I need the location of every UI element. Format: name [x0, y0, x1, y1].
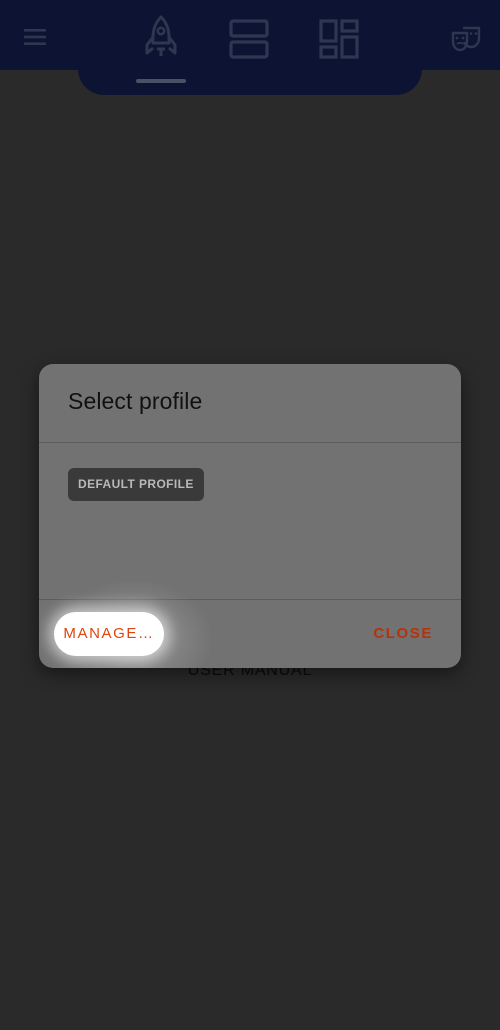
app-screen: USER MANUAL Select profile DEFAULT PROFI… — [0, 0, 500, 1030]
dialog-divider — [39, 442, 461, 443]
close-button[interactable]: CLOSE — [373, 612, 433, 656]
select-profile-dialog: Select profile DEFAULT PROFILE MANAGE… C… — [39, 364, 461, 668]
tab-rows[interactable] — [226, 14, 272, 64]
theater-masks-icon — [451, 26, 481, 52]
dialog-title: Select profile — [68, 388, 203, 414]
manage-button[interactable]: MANAGE… — [54, 612, 164, 656]
rows-icon — [229, 19, 269, 59]
profile-masks-button[interactable] — [446, 18, 486, 58]
hamburger-menu-icon — [24, 29, 46, 45]
tab-dashboard[interactable] — [316, 14, 362, 64]
profile-chip-default[interactable]: DEFAULT PROFILE — [68, 468, 204, 501]
tab-launch[interactable] — [138, 14, 184, 60]
rocket-icon — [145, 15, 177, 56]
selected-tab-indicator — [136, 79, 186, 83]
dashboard-icon — [319, 19, 359, 59]
menu-button[interactable] — [14, 16, 56, 58]
